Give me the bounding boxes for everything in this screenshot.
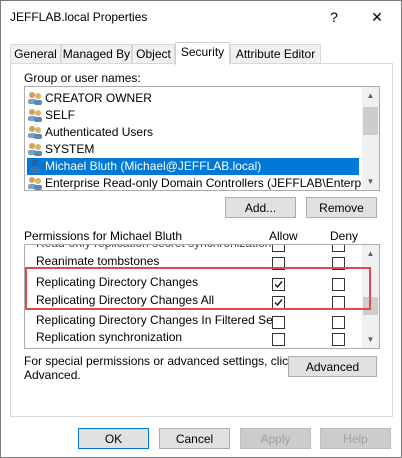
group-names-label: Group or user names:	[24, 71, 141, 85]
group-icon	[27, 176, 43, 190]
principals-scrollbar[interactable]: ▲ ▼	[362, 87, 379, 190]
tab-general[interactable]: General	[10, 44, 61, 64]
advanced-hint-line1: For special permissions or advanced sett…	[24, 354, 295, 368]
close-button[interactable]: ✕	[366, 7, 388, 27]
scroll-up-icon[interactable]: ▲	[362, 87, 379, 104]
deny-checkbox[interactable]	[332, 316, 345, 329]
properties-dialog: JEFFLAB.local Properties ? ✕ General Man…	[0, 0, 402, 458]
principal-name: Authenticated Users	[45, 125, 154, 139]
add-button[interactable]: Add...	[225, 197, 296, 218]
list-item[interactable]: SELF	[27, 107, 359, 124]
permissions-label: Permissions for Michael Bluth	[24, 229, 183, 243]
help-button[interactable]: Help	[320, 428, 391, 449]
list-item[interactable]: Authenticated Users	[27, 124, 359, 141]
ok-button[interactable]: OK	[78, 428, 149, 449]
user-icon	[27, 159, 43, 173]
scroll-down-icon[interactable]: ▼	[362, 331, 379, 348]
scroll-down-icon[interactable]: ▼	[362, 173, 379, 190]
principal-name: SYSTEM	[45, 142, 95, 156]
scrollbar-thumb[interactable]	[363, 107, 378, 135]
group-icon	[27, 108, 43, 122]
group-icon	[27, 125, 43, 139]
group-icon	[27, 142, 43, 156]
principal-name: SELF	[45, 108, 76, 122]
list-item[interactable]: CREATOR OWNER	[27, 90, 359, 107]
group-icon	[27, 91, 43, 105]
tab-security[interactable]: Security	[175, 42, 230, 65]
principal-name: Enterprise Read-only Domain Controllers …	[45, 176, 380, 190]
deny-column-header: Deny	[330, 229, 359, 243]
principal-name: Michael Bluth (Michael@JEFFLAB.local)	[45, 159, 262, 173]
permission-name: Replicating Directory Changes In Filtere…	[36, 313, 277, 327]
principals-list[interactable]: CREATOR OWNER SELF Authenticated Users S…	[24, 86, 380, 191]
list-item[interactable]: SYSTEM	[27, 141, 359, 158]
permission-name: Read-only replication secret synchroniza…	[36, 245, 271, 252]
allow-checkbox[interactable]	[272, 245, 285, 252]
highlight-box	[25, 267, 371, 310]
scroll-up-icon[interactable]: ▲	[362, 245, 379, 262]
deny-checkbox[interactable]	[332, 245, 345, 252]
tab-object[interactable]: Object	[132, 44, 175, 64]
permission-name: Replication synchronization	[36, 330, 183, 344]
window-title: JEFFLAB.local Properties	[10, 10, 148, 24]
list-item[interactable]: Enterprise Read-only Domain Controllers …	[27, 175, 379, 190]
tab-managed-by[interactable]: Managed By	[61, 44, 132, 64]
allow-checkbox[interactable]	[272, 316, 285, 329]
advanced-hint-line2: Advanced.	[24, 368, 81, 382]
deny-checkbox[interactable]	[332, 333, 345, 346]
allow-column-header: Allow	[269, 229, 298, 243]
principal-name: CREATOR OWNER	[45, 91, 152, 105]
cancel-button[interactable]: Cancel	[159, 428, 230, 449]
allow-checkbox[interactable]	[272, 333, 285, 346]
apply-button[interactable]: Apply	[240, 428, 311, 449]
tab-attribute-editor[interactable]: Attribute Editor	[230, 44, 321, 64]
advanced-button[interactable]: Advanced	[288, 356, 377, 377]
list-item-selected[interactable]: Michael Bluth (Michael@JEFFLAB.local)	[27, 158, 359, 175]
title-bar: JEFFLAB.local Properties ? ✕	[1, 1, 401, 34]
help-title-button[interactable]: ?	[323, 7, 345, 27]
remove-button[interactable]: Remove	[306, 197, 377, 218]
